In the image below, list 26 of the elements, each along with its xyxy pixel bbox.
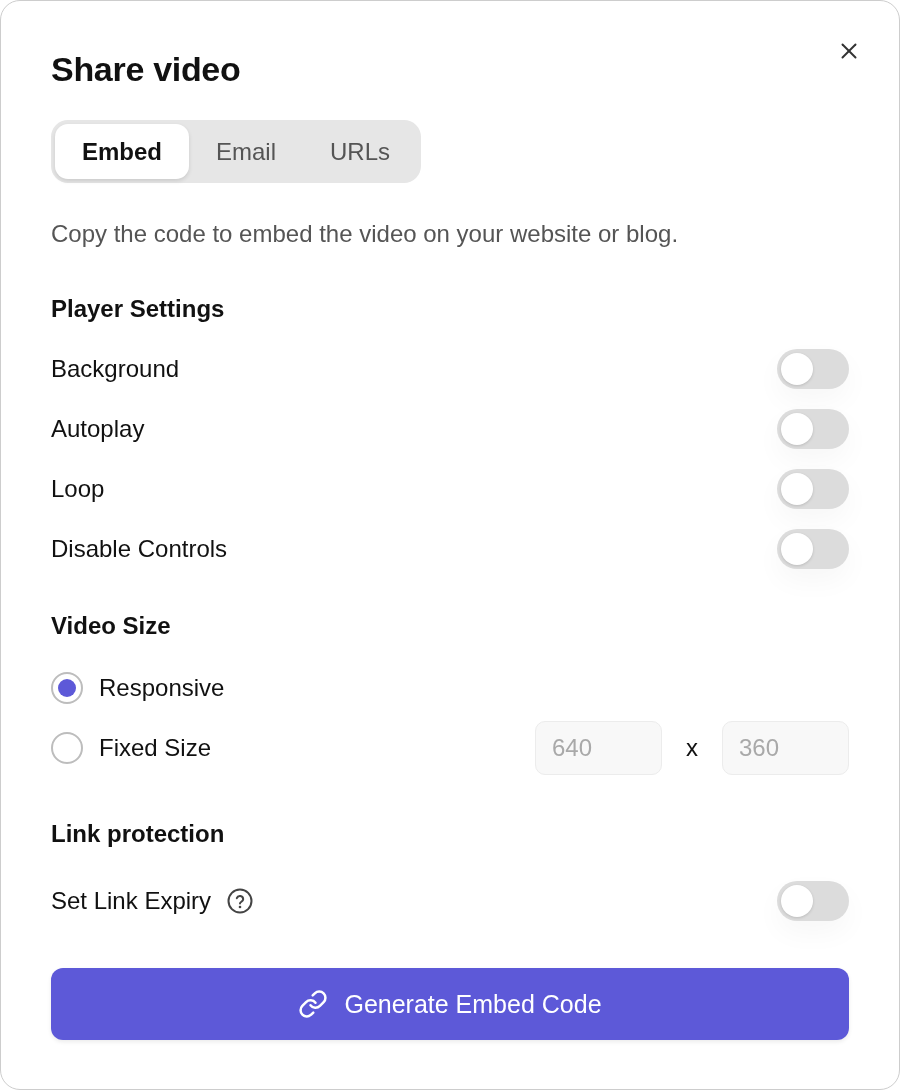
toggle-switch[interactable] <box>777 529 849 569</box>
dialog-title: Share video <box>51 49 241 90</box>
toggle-switch[interactable] <box>777 349 849 389</box>
generate-embed-code-button[interactable]: Generate Embed Code <box>51 968 849 1040</box>
option-label: Fixed Size <box>99 733 212 763</box>
description-text: Copy the code to embed the video on your website or blog. <box>51 219 680 249</box>
setting-label: Loop <box>51 474 105 504</box>
toggle-switch[interactable] <box>777 409 849 449</box>
setting-label: Disable Controls <box>51 534 228 564</box>
radio-button[interactable] <box>51 732 83 764</box>
tab[interactable]: URLs <box>303 124 418 179</box>
toggle-switch[interactable] <box>777 469 849 509</box>
radio-button[interactable] <box>51 672 83 704</box>
section-heading: Video Size <box>51 611 172 641</box>
times-label: x <box>686 734 698 762</box>
help-icon[interactable] <box>227 888 254 914</box>
link-icon <box>298 989 329 1019</box>
tab[interactable]: Embed <box>55 124 189 179</box>
option-label: Responsive <box>99 673 225 703</box>
setting-label: Autoplay <box>51 414 145 444</box>
section-heading: Link protection <box>51 819 226 849</box>
section-heading: Player Settings <box>51 294 226 324</box>
tab[interactable]: Email <box>189 124 304 179</box>
setting-label: Background <box>51 354 180 384</box>
setting-label: Set Link Expiry <box>51 886 212 916</box>
toggle-switch[interactable] <box>777 881 849 921</box>
